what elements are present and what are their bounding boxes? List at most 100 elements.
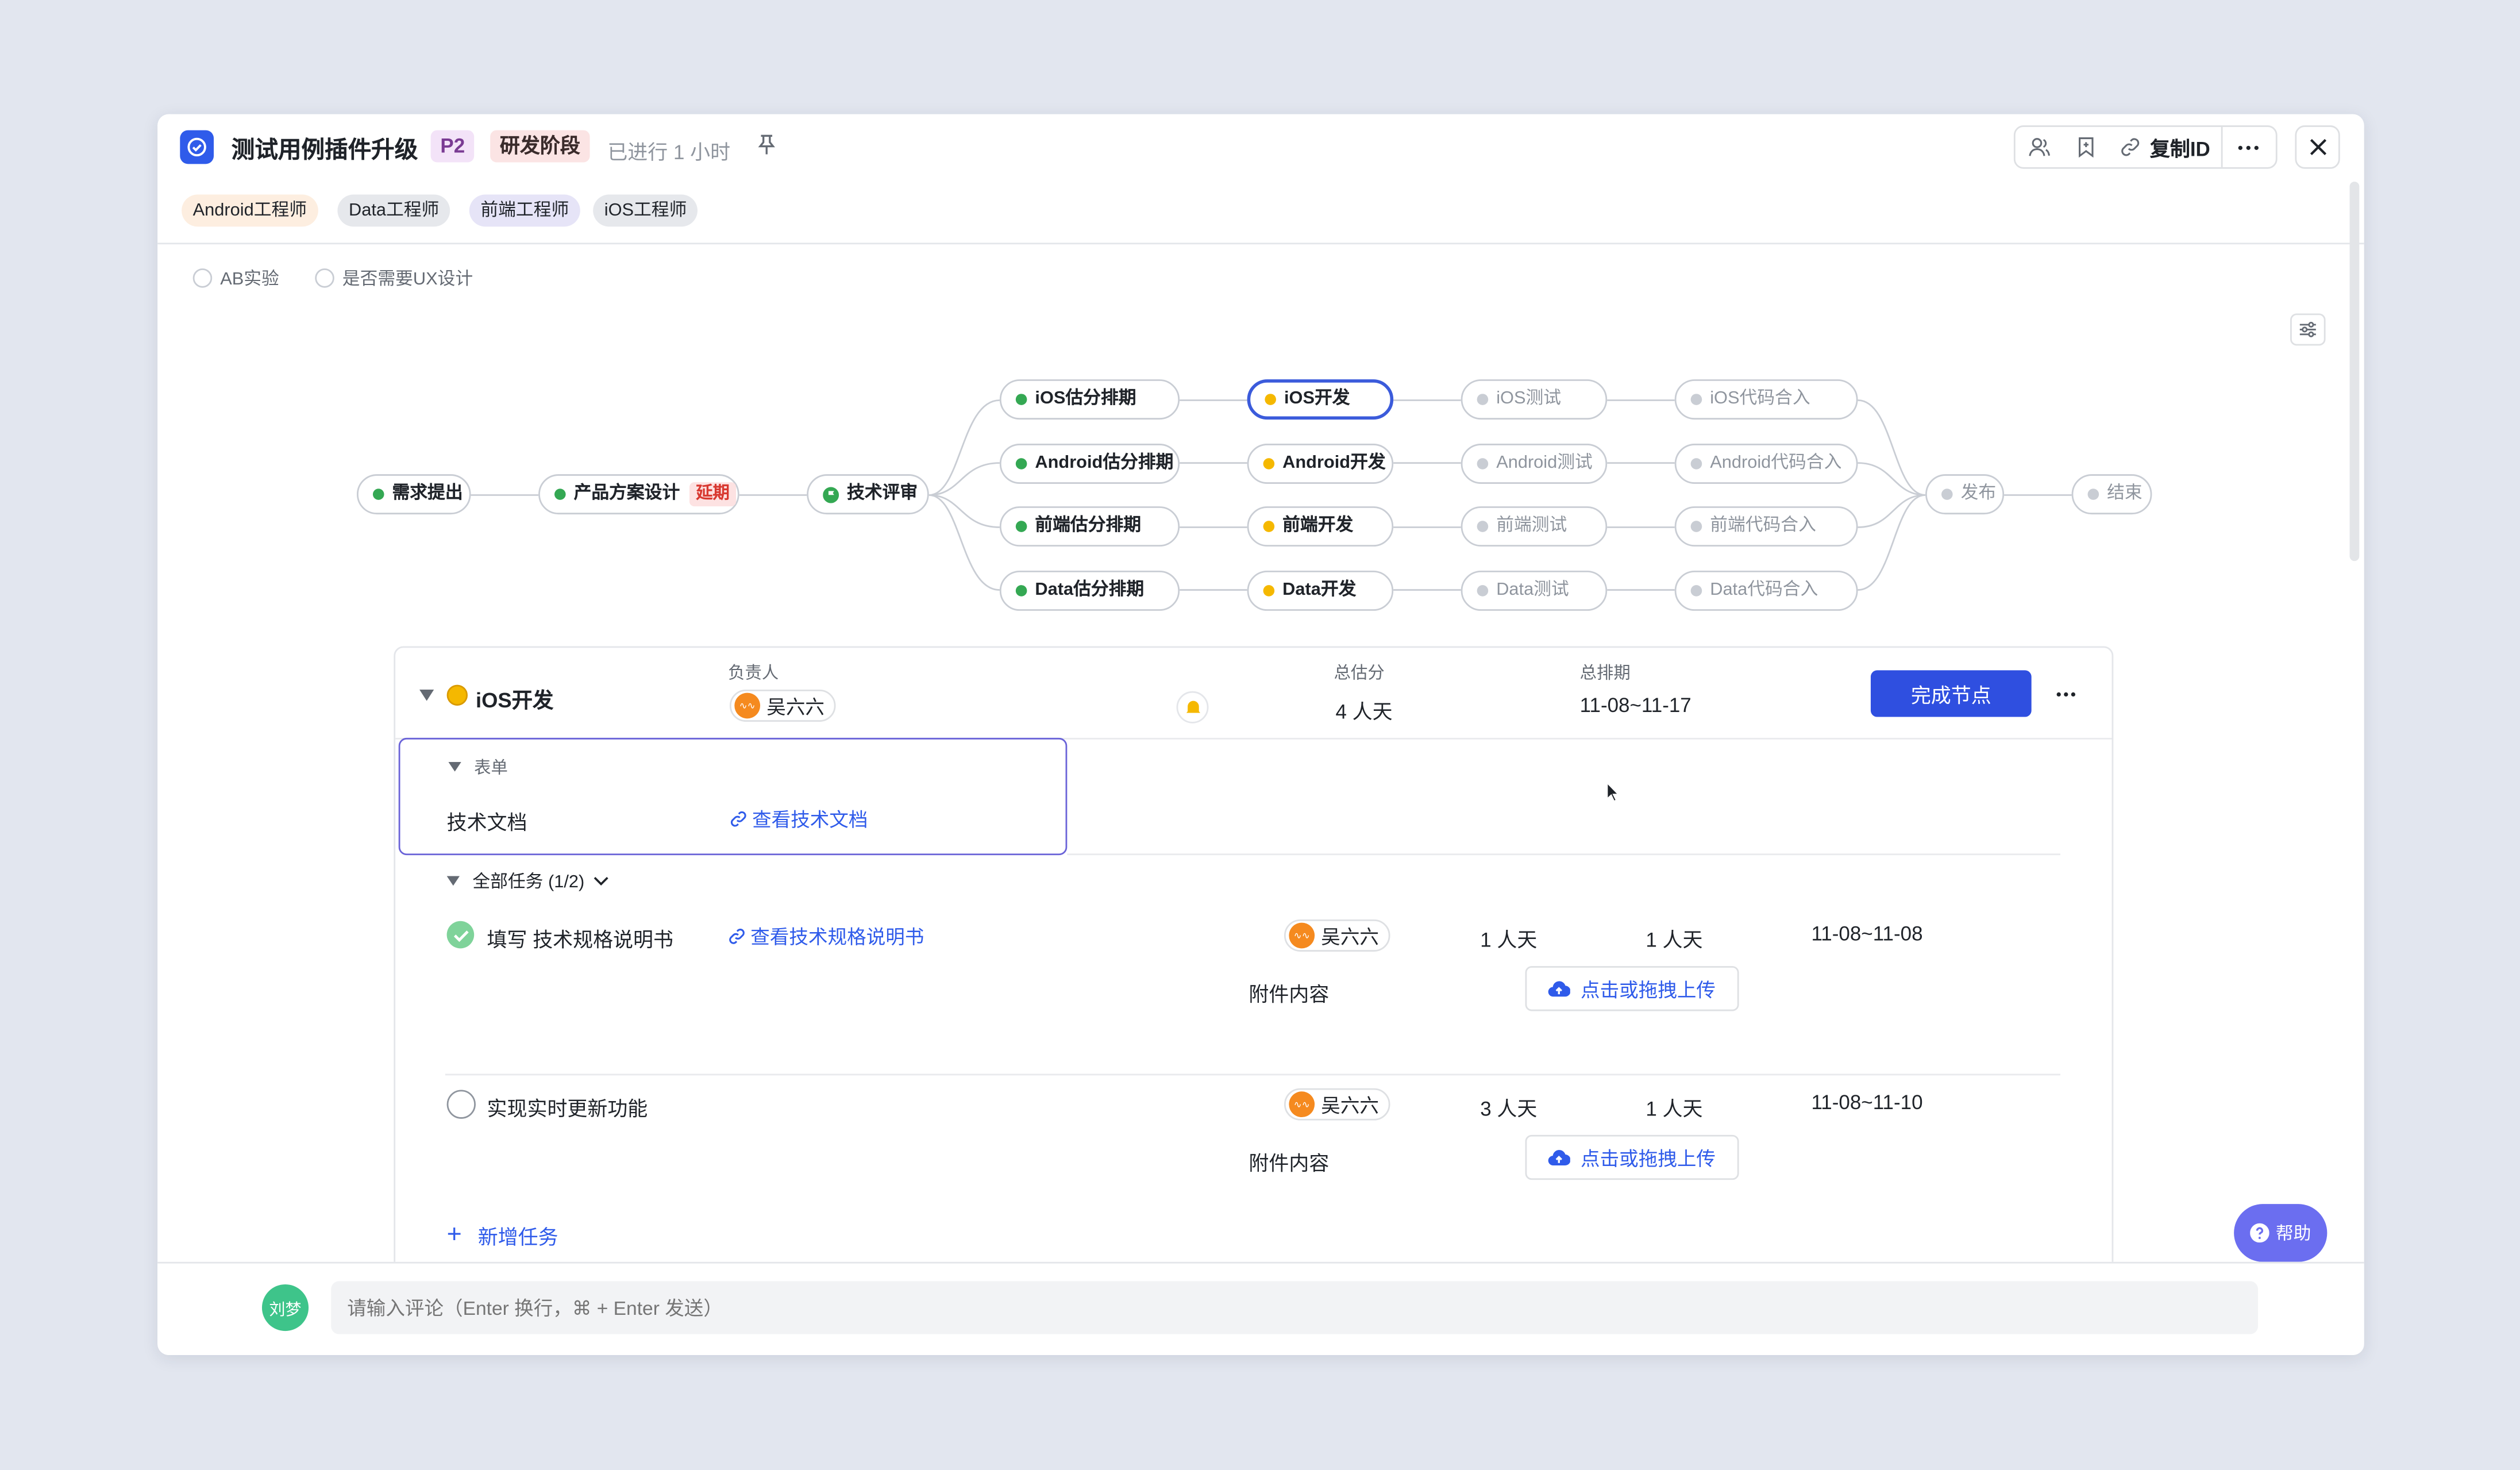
page-title: 测试用例插件升级 bbox=[231, 138, 418, 164]
flow-node-label: Data代码合入 bbox=[1710, 580, 1818, 600]
owner-chip[interactable]: ∿∿ 吴六六 bbox=[729, 689, 836, 722]
flow-node-label: iOS测试 bbox=[1496, 388, 1562, 409]
priority-tag[interactable]: P2 bbox=[430, 130, 475, 163]
ab-test-checkbox[interactable]: AB实验 bbox=[192, 265, 279, 291]
flow-node-tech-review[interactable]: 技术评审 bbox=[807, 474, 929, 515]
member-icon[interactable] bbox=[2016, 127, 2062, 167]
flow-node-frontend-estimate[interactable]: 前端估分排期 bbox=[999, 506, 1180, 547]
header: 测试用例插件升级 P2 研发阶段 已进行 1 小时 复制ID bbox=[157, 114, 2364, 179]
help-button[interactable]: 帮助 bbox=[2234, 1204, 2328, 1262]
node-name: iOS开发 bbox=[475, 688, 554, 713]
upload-label: 点击或拖拽上传 bbox=[1581, 978, 1716, 1001]
link-icon bbox=[730, 811, 746, 827]
flow-node-release[interactable]: 发布 bbox=[1925, 474, 2005, 515]
flow-node-label: 前端代码合入 bbox=[1710, 515, 1816, 536]
role-tag-frontend[interactable]: 前端工程师 bbox=[469, 194, 580, 227]
task-checkbox[interactable] bbox=[446, 1090, 476, 1119]
collapse-caret-icon[interactable] bbox=[446, 876, 460, 886]
owner-label: 负责人 bbox=[728, 664, 779, 683]
all-tasks-toggle[interactable]: 全部任务 (1/2) bbox=[472, 868, 608, 894]
flow-node-label: 需求提出 bbox=[392, 483, 463, 503]
role-tags: Android工程师 Data工程师 前端工程师 iOS工程师 bbox=[157, 178, 2364, 245]
complete-node-button[interactable]: 完成节点 bbox=[1870, 670, 2032, 717]
copy-id-label: 复制ID bbox=[2149, 138, 2210, 161]
flow-node-data-estimate[interactable]: Data估分排期 bbox=[999, 571, 1180, 611]
cloud-upload-icon bbox=[1549, 980, 1571, 996]
node-more-icon[interactable] bbox=[2056, 691, 2076, 698]
add-task-button[interactable]: + 新增任务 bbox=[447, 1220, 558, 1250]
flow-node-label: Data测试 bbox=[1496, 580, 1569, 600]
flow-node-label: Data估分排期 bbox=[1035, 580, 1145, 600]
question-icon bbox=[2250, 1223, 2269, 1243]
copy-id-button[interactable]: 复制ID bbox=[2109, 127, 2221, 167]
divider bbox=[445, 1073, 2061, 1076]
flow-node-ios-test[interactable]: iOS测试 bbox=[1461, 379, 1608, 420]
ab-test-label: AB实验 bbox=[220, 270, 279, 290]
close-button[interactable] bbox=[2295, 125, 2340, 169]
flow-node-frontend-merge[interactable]: 前端代码合入 bbox=[1674, 506, 1858, 547]
more-icon[interactable] bbox=[2221, 126, 2273, 167]
avatar: ∿∿ bbox=[1289, 922, 1315, 949]
check-icon bbox=[453, 929, 468, 941]
flow-node-ios-estimate[interactable]: iOS估分排期 bbox=[999, 379, 1180, 420]
avatar: ∿∿ bbox=[1289, 1091, 1315, 1118]
flow-node-label: Data开发 bbox=[1282, 580, 1357, 600]
flow-node-label: 前端测试 bbox=[1496, 515, 1567, 536]
elapsed-time: 已进行 1 小时 bbox=[607, 141, 731, 164]
owner-name: 吴六六 bbox=[766, 695, 825, 718]
upload-button[interactable]: 点击或拖拽上传 bbox=[1525, 966, 1739, 1011]
tech-doc-link[interactable]: 查看技术文档 bbox=[730, 805, 868, 833]
role-tag-data[interactable]: Data工程师 bbox=[337, 194, 450, 227]
flow-node-ios-dev[interactable]: iOS开发 bbox=[1247, 379, 1394, 420]
flow-node-android-merge[interactable]: Android代码合入 bbox=[1674, 444, 1858, 484]
flow-node-label: 产品方案设计 bbox=[573, 483, 680, 503]
tech-doc-link-label: 查看技术文档 bbox=[752, 808, 868, 832]
status-dot bbox=[446, 684, 468, 706]
flow-node-data-merge[interactable]: Data代码合入 bbox=[1674, 571, 1858, 611]
schedule-label: 总排期 bbox=[1579, 664, 1631, 683]
add-task-label: 新增任务 bbox=[477, 1226, 558, 1249]
flow-node-frontend-dev[interactable]: 前端开发 bbox=[1247, 506, 1394, 547]
flow-node-requirement[interactable]: 需求提出 bbox=[356, 474, 471, 515]
close-icon bbox=[2309, 138, 2326, 156]
task-spec-link[interactable]: 查看技术规格说明书 bbox=[728, 923, 924, 951]
flow-node-label: 前端估分排期 bbox=[1035, 515, 1142, 536]
flow-node-android-estimate[interactable]: Android估分排期 bbox=[999, 444, 1180, 484]
role-tag-ios[interactable]: iOS工程师 bbox=[593, 194, 698, 227]
flow-node-label: Android代码合入 bbox=[1710, 453, 1842, 473]
flow-node-frontend-test[interactable]: 前端测试 bbox=[1461, 506, 1608, 547]
flow-node-label: Android测试 bbox=[1496, 453, 1593, 473]
pin-icon[interactable] bbox=[757, 133, 776, 164]
collapse-caret-icon[interactable] bbox=[448, 761, 461, 772]
flow-node-data-dev[interactable]: Data开发 bbox=[1247, 571, 1394, 611]
flow-node-android-dev[interactable]: Android开发 bbox=[1247, 444, 1394, 484]
link-icon bbox=[2121, 138, 2139, 156]
task-name: 填写 技术规格说明书 bbox=[487, 929, 673, 952]
task-done-checkbox[interactable] bbox=[446, 921, 475, 949]
task-schedule: 11-08~11-08 bbox=[1811, 922, 1923, 945]
role-tag-android[interactable]: Android工程师 bbox=[182, 194, 318, 227]
filter-settings-icon[interactable] bbox=[2290, 313, 2326, 346]
task-schedule: 11-08~11-10 bbox=[1811, 1091, 1923, 1114]
task-owner-name: 吴六六 bbox=[1321, 1094, 1380, 1117]
flow-node-android-test[interactable]: Android测试 bbox=[1461, 444, 1608, 484]
ux-design-label: 是否需要UX设计 bbox=[342, 270, 473, 290]
attachment-label: 附件内容 bbox=[1249, 983, 1330, 1007]
flow-node-ios-merge[interactable]: iOS代码合入 bbox=[1674, 379, 1858, 420]
collapse-caret-icon[interactable] bbox=[419, 689, 434, 701]
comment-bar: 刘梦 bbox=[157, 1261, 2364, 1356]
flow-node-label: 技术评审 bbox=[847, 483, 918, 503]
bookmark-icon[interactable] bbox=[2062, 127, 2109, 167]
bell-icon[interactable] bbox=[1176, 691, 1209, 724]
task-estimate: 1 人天 bbox=[1480, 929, 1538, 952]
upload-button[interactable]: 点击或拖拽上传 bbox=[1525, 1134, 1739, 1180]
comment-input[interactable] bbox=[331, 1281, 2259, 1334]
ux-design-checkbox[interactable]: 是否需要UX设计 bbox=[315, 265, 473, 291]
task-owner-chip[interactable]: ∿∿ 吴六六 bbox=[1284, 1088, 1390, 1121]
flow-node-end[interactable]: 结束 bbox=[2071, 474, 2152, 515]
mouse-cursor-icon bbox=[1606, 781, 1620, 802]
stage-tag[interactable]: 研发阶段 bbox=[490, 130, 590, 163]
flow-node-product-design[interactable]: 产品方案设计 延期 bbox=[538, 474, 739, 515]
flow-node-data-test[interactable]: Data测试 bbox=[1461, 571, 1608, 611]
task-owner-chip[interactable]: ∿∿ 吴六六 bbox=[1284, 919, 1390, 952]
